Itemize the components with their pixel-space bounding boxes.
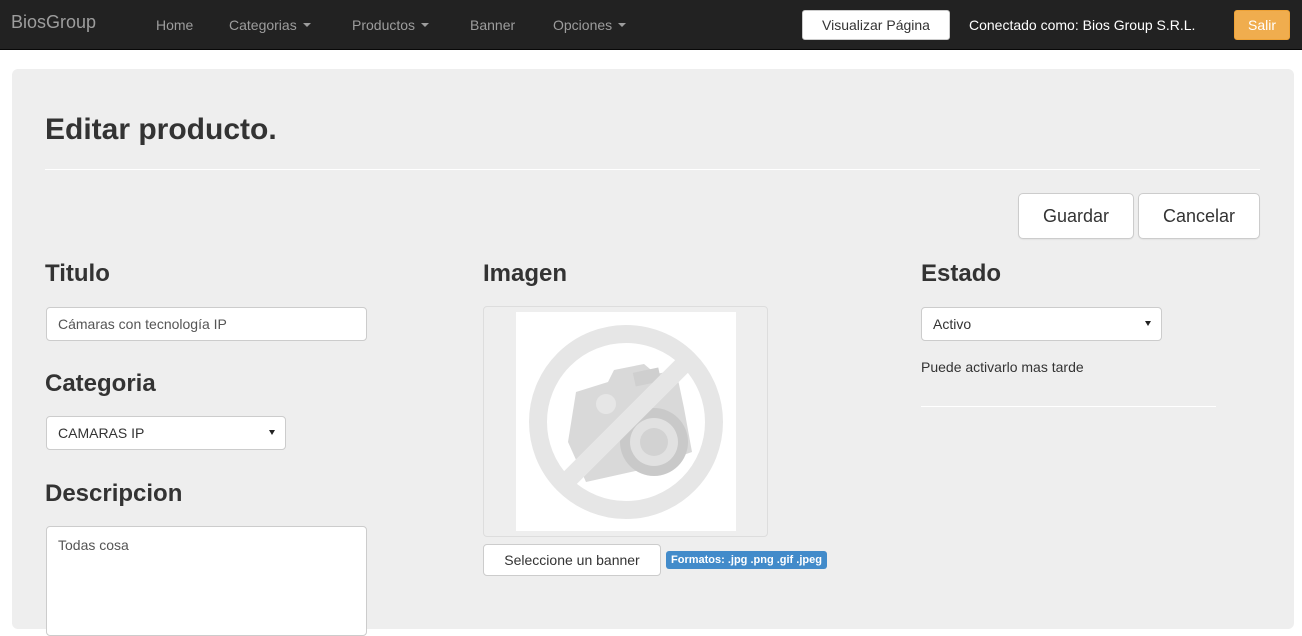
titulo-input[interactable]: Cámaras con tecnología IP — [46, 307, 367, 341]
descripcion-heading: Descripcion — [45, 480, 183, 507]
nav-productos[interactable]: Productos — [352, 17, 430, 33]
select-arrow-icon — [1145, 321, 1151, 326]
imagen-heading: Imagen — [483, 260, 568, 287]
nav-home-label: Home — [156, 17, 194, 33]
caret-down-icon — [618, 23, 627, 28]
save-button[interactable]: Guardar — [1018, 193, 1134, 239]
connected-as-text: Conectado como: Bios Group S.R.L. — [969, 17, 1196, 33]
view-page-button[interactable]: Visualizar Página — [802, 10, 950, 40]
select-banner-button[interactable]: Seleccione un banner — [483, 544, 661, 576]
top-navbar: BiosGroup Home Categorias Productos Bann… — [0, 0, 1302, 50]
caret-down-icon — [302, 23, 311, 28]
estado-divider — [921, 406, 1216, 407]
formats-badge: Formatos: .jpg .png .gif .jpeg — [666, 551, 827, 569]
estado-selected-value: Activo — [933, 316, 972, 332]
cancel-button[interactable]: Cancelar — [1138, 193, 1260, 239]
estado-help-text: Puede activarlo mas tarde — [921, 359, 1084, 375]
brand-logo[interactable]: BiosGroup — [11, 12, 96, 33]
descripcion-textarea[interactable]: Todas cosa — [46, 526, 367, 636]
nav-banner[interactable]: Banner — [470, 17, 515, 33]
logout-button[interactable]: Salir — [1234, 10, 1290, 40]
select-arrow-icon — [269, 430, 275, 435]
caret-down-icon — [421, 23, 430, 28]
page-title: Editar producto. — [45, 113, 277, 146]
titulo-heading: Titulo — [45, 260, 110, 287]
nav-banner-label: Banner — [470, 17, 516, 33]
categoria-heading: Categoria — [45, 370, 156, 397]
image-preview — [516, 312, 736, 531]
nav-opciones[interactable]: Opciones — [553, 17, 627, 33]
nav-home[interactable]: Home — [156, 17, 193, 33]
nav-productos-label: Productos — [352, 17, 416, 33]
categoria-select[interactable]: CAMARAS IP — [46, 416, 286, 450]
categoria-selected-value: CAMARAS IP — [58, 425, 145, 441]
image-thumbnail — [483, 306, 768, 537]
estado-select[interactable]: Activo — [921, 307, 1162, 341]
estado-heading: Estado — [921, 260, 1002, 287]
nav-categorias-label: Categorias — [229, 17, 297, 33]
nav-opciones-label: Opciones — [553, 17, 613, 33]
title-divider — [45, 169, 1260, 170]
nav-categorias[interactable]: Categorias — [229, 17, 311, 33]
no-camera-icon — [529, 325, 723, 519]
